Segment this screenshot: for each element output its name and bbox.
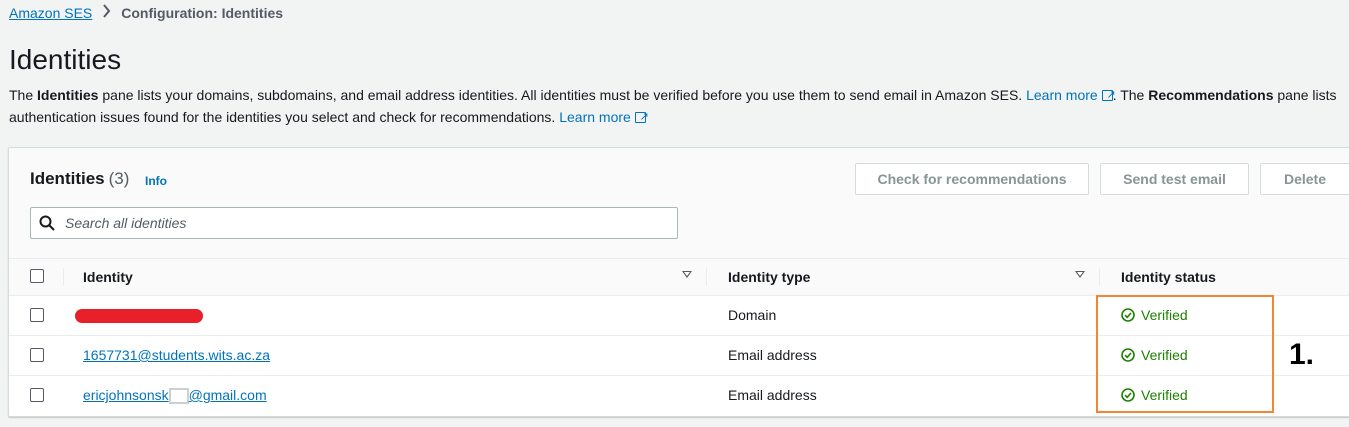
table-header: Identity Identity type Identity status xyxy=(9,258,1349,296)
identity-link[interactable]: ericjohnsonsk @gmail.com xyxy=(83,387,267,404)
breadcrumb-current: Configuration: Identities xyxy=(121,4,284,21)
page-title: Identities xyxy=(9,44,122,75)
search-box xyxy=(30,207,678,239)
chevron-right-icon xyxy=(102,4,111,21)
column-divider xyxy=(63,268,64,286)
redaction-mask xyxy=(168,388,189,404)
description-line-1: The Identities pane lists your domains, … xyxy=(9,84,1349,106)
redacted-domain xyxy=(75,309,203,323)
row-checkbox[interactable] xyxy=(30,388,44,402)
check-recommendations-button[interactable]: Check for recommendations xyxy=(855,163,1089,195)
send-test-email-button[interactable]: Send test email xyxy=(1100,163,1249,195)
breadcrumb: Amazon SES Configuration: Identities xyxy=(9,4,283,21)
description-line-2: authentication issues found for the iden… xyxy=(9,106,1349,128)
info-link[interactable]: Info xyxy=(145,174,167,188)
identity-type: Email address xyxy=(728,387,817,403)
panel-title: Identities (3) xyxy=(30,169,130,188)
sort-caret-icon[interactable] xyxy=(682,271,692,278)
learn-more-link[interactable]: Learn more xyxy=(1026,87,1098,103)
column-divider xyxy=(1099,268,1100,286)
external-link-icon xyxy=(634,106,649,128)
search-icon xyxy=(39,215,55,231)
column-divider xyxy=(706,268,707,286)
status-highlight-box xyxy=(1096,295,1274,413)
identity-count: (3) xyxy=(108,169,130,188)
annotation-label: 1. xyxy=(1289,338,1315,371)
breadcrumb-amazon-ses-link[interactable]: Amazon SES xyxy=(9,5,92,21)
search-input[interactable] xyxy=(63,214,627,232)
panel-header: Identities (3) Info Check for recommendat… xyxy=(9,148,1349,258)
identity-link[interactable]: 1657731@students.wits.ac.za xyxy=(83,347,270,363)
learn-more-link[interactable]: Learn more xyxy=(559,109,631,125)
identity-type: Email address xyxy=(728,347,817,363)
delete-button[interactable]: Delete xyxy=(1260,163,1349,195)
identity-type: Domain xyxy=(728,307,777,323)
sort-caret-icon[interactable] xyxy=(1075,271,1085,278)
column-header-type[interactable]: Identity type xyxy=(728,269,810,285)
column-header-status[interactable]: Identity status xyxy=(1121,269,1216,285)
column-header-identity[interactable]: Identity xyxy=(83,269,133,285)
row-checkbox[interactable] xyxy=(30,308,44,322)
select-all-checkbox[interactable] xyxy=(30,269,44,283)
page-description: The Identities pane lists your domains, … xyxy=(9,84,1349,128)
external-link-icon xyxy=(1101,84,1116,106)
row-checkbox[interactable] xyxy=(30,348,44,362)
